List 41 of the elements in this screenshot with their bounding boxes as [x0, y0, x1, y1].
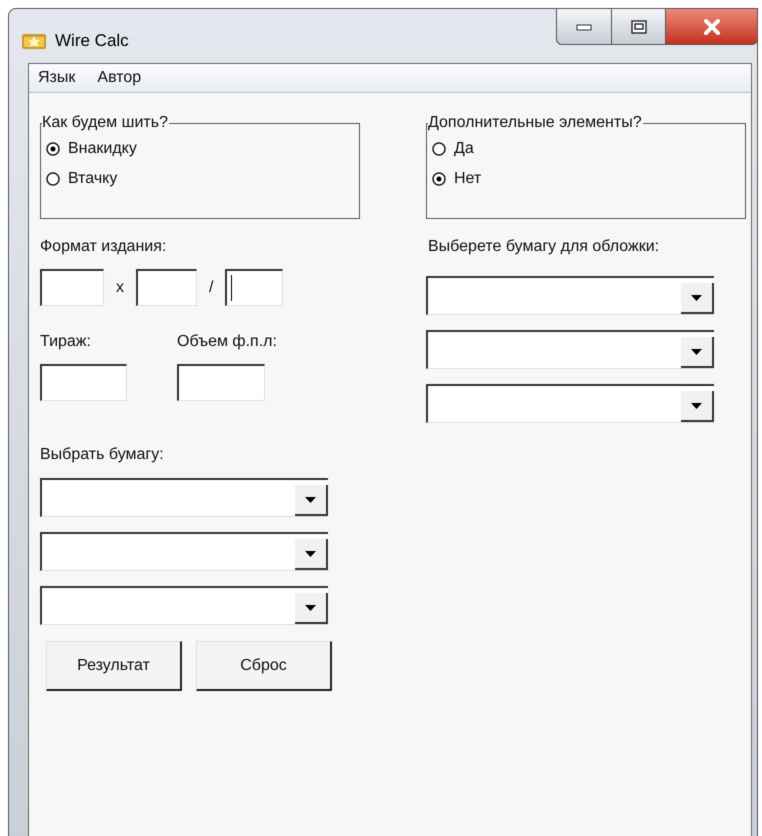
radio-option[interactable]: Втачку: [46, 166, 359, 192]
text-field[interactable]: [40, 269, 104, 306]
text-field[interactable]: [40, 364, 127, 401]
action-button[interactable]: Сброс: [196, 641, 332, 691]
radio-option[interactable]: Нет: [432, 166, 745, 192]
close-button[interactable]: [666, 8, 758, 45]
group-title: Дополнительные элементы?: [428, 113, 643, 133]
dropdown[interactable]: [426, 276, 714, 315]
dropdown-arrow-icon: [691, 294, 702, 300]
field-label: Объем ф.п.л:: [177, 332, 277, 352]
group-title: Как будем шить?: [42, 113, 169, 133]
dropdown[interactable]: [40, 478, 328, 517]
dropdown[interactable]: [426, 384, 714, 423]
dropdown[interactable]: [426, 330, 714, 369]
text-field[interactable]: [177, 364, 265, 401]
field-label: Формат издания:: [40, 237, 168, 257]
separator-text: x: [116, 278, 124, 298]
minimize-icon: [576, 22, 592, 30]
dropdown-arrow-icon: [691, 402, 702, 408]
field-label: Тираж:: [40, 332, 92, 352]
maximize-button[interactable]: [612, 8, 666, 45]
radio-option[interactable]: Да: [432, 136, 745, 162]
dropdown[interactable]: [40, 532, 328, 571]
text-field[interactable]: [225, 269, 284, 306]
dropdown-arrow-icon: [305, 550, 316, 556]
menu-item[interactable]: Язык: [38, 66, 76, 90]
menu-item[interactable]: Автор: [97, 66, 142, 90]
dropdown-arrow-icon: [305, 604, 316, 610]
field-label: Выберете бумагу для обложки:: [428, 237, 660, 257]
text-field[interactable]: [136, 269, 197, 306]
action-button[interactable]: Результат: [46, 641, 182, 691]
window-title: Wire Calc: [55, 30, 129, 52]
separator-text: /: [209, 278, 214, 298]
dropdown-arrow-icon: [305, 496, 316, 502]
restore-icon: [630, 20, 646, 34]
dropdown-arrow-icon: [691, 348, 702, 354]
minimize-button[interactable]: [556, 8, 612, 45]
field-label: Выбрать бумагу:: [40, 445, 165, 465]
dropdown[interactable]: [40, 586, 328, 625]
radio-option[interactable]: Внакидку: [46, 136, 359, 162]
close-icon: [702, 18, 720, 34]
